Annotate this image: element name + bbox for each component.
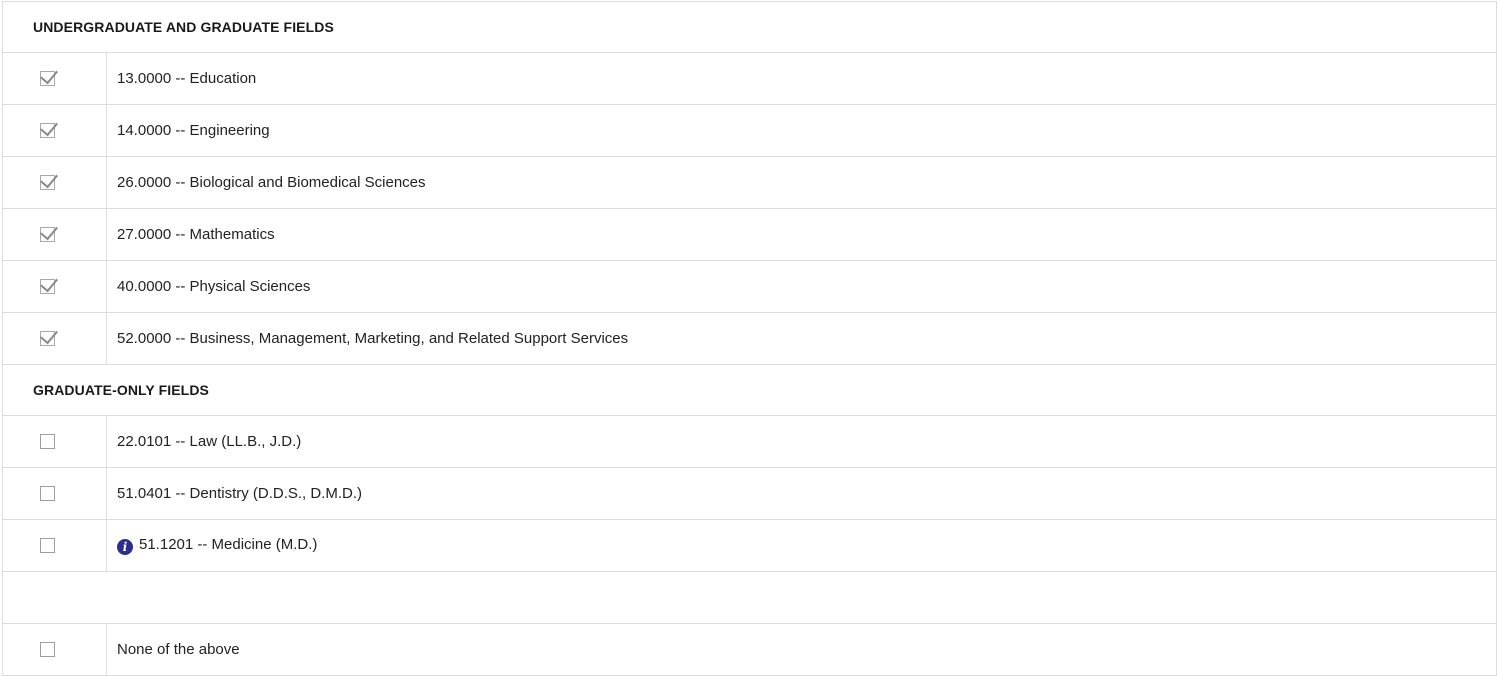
checkbox-cell[interactable] [2,156,107,209]
fields-table: UNDERGRADUATE AND GRADUATE FIELDS 13.000… [2,1,1497,676]
checkbox-checked[interactable] [40,273,58,294]
field-row[interactable]: 13.0000 -- Education [2,52,1497,105]
section-header-graduate-only: GRADUATE-ONLY FIELDS [2,364,1497,416]
checkmark-icon [40,325,58,345]
field-label: 27.0000 -- Mathematics [106,208,1497,261]
checkbox-unchecked[interactable] [40,485,55,501]
field-row[interactable]: 40.0000 -- Physical Sciences [2,260,1497,313]
field-label: 40.0000 -- Physical Sciences [106,260,1497,313]
none-option-label: None of the above [106,623,1497,676]
checkbox-checked[interactable] [40,221,58,242]
checkbox-cell[interactable] [2,260,107,313]
field-label-with-info: i 51.1201 -- Medicine (M.D.) [106,519,1497,572]
checkbox-unchecked[interactable] [40,641,55,657]
spacer-row [2,571,1497,624]
field-label: 52.0000 -- Business, Management, Marketi… [106,312,1497,365]
field-row[interactable]: 14.0000 -- Engineering [2,104,1497,157]
field-row[interactable]: i 51.1201 -- Medicine (M.D.) [2,519,1497,572]
field-label: 22.0101 -- Law (LL.B., J.D.) [106,415,1497,468]
field-row[interactable]: 27.0000 -- Mathematics [2,208,1497,261]
field-label-text: 51.1201 -- Medicine (M.D.) [139,536,318,553]
section-header-undergraduate-graduate: UNDERGRADUATE AND GRADUATE FIELDS [2,1,1497,53]
checkbox-cell[interactable] [2,623,107,676]
field-row[interactable]: 52.0000 -- Business, Management, Marketi… [2,312,1497,365]
checkmark-icon [40,221,58,241]
checkbox-unchecked[interactable] [40,537,55,553]
checkbox-checked[interactable] [40,325,58,346]
checkbox-cell[interactable] [2,415,107,468]
checkbox-cell[interactable] [2,208,107,261]
checkbox-checked[interactable] [40,117,58,138]
field-label: 51.0401 -- Dentistry (D.D.S., D.M.D.) [106,467,1497,520]
checkbox-cell[interactable] [2,519,107,572]
field-label: 13.0000 -- Education [106,52,1497,105]
info-icon[interactable]: i [117,539,133,555]
checkbox-checked[interactable] [40,169,58,190]
checkbox-cell[interactable] [2,312,107,365]
field-label: 14.0000 -- Engineering [106,104,1497,157]
checkmark-icon [40,273,58,293]
checkbox-checked[interactable] [40,65,58,86]
field-row[interactable]: 51.0401 -- Dentistry (D.D.S., D.M.D.) [2,467,1497,520]
checkmark-icon [40,117,58,137]
none-option-row[interactable]: None of the above [2,623,1497,676]
section-title: UNDERGRADUATE AND GRADUATE FIELDS [2,1,1497,53]
spacer-cell [2,571,1497,624]
checkbox-unchecked[interactable] [40,433,55,449]
checkbox-cell[interactable] [2,52,107,105]
field-label: 26.0000 -- Biological and Biomedical Sci… [106,156,1497,209]
section-title: GRADUATE-ONLY FIELDS [2,364,1497,416]
checkbox-cell[interactable] [2,104,107,157]
checkmark-icon [40,169,58,189]
field-row[interactable]: 22.0101 -- Law (LL.B., J.D.) [2,415,1497,468]
checkbox-cell[interactable] [2,467,107,520]
field-row[interactable]: 26.0000 -- Biological and Biomedical Sci… [2,156,1497,209]
checkmark-icon [40,65,58,85]
